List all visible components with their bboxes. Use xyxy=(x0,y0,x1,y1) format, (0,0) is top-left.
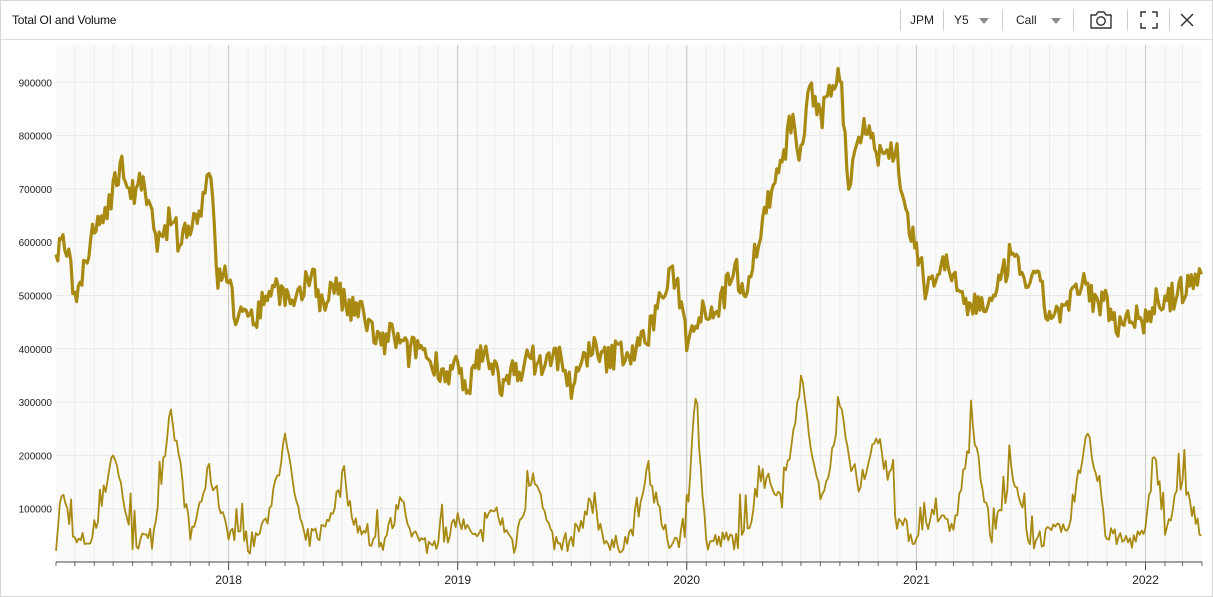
chart-canvas: 100000 200000 300000 400000 500000 600000 7000… xyxy=(19,45,1203,587)
chevron-down-icon xyxy=(1051,18,1061,24)
y-tick-label: 400000 xyxy=(19,345,53,356)
toolbar-separator xyxy=(1002,9,1003,31)
toolbar-separator xyxy=(1073,9,1074,31)
x-tick-label: 2022 xyxy=(1132,573,1159,587)
chart-header: Total OI and Volume JPM Y5 Call xyxy=(1,1,1212,40)
chart-title: Total OI and Volume xyxy=(12,13,117,27)
y-tick-label: 100000 xyxy=(19,505,53,516)
ticker-label[interactable]: JPM xyxy=(910,13,934,27)
y-tick-label: 800000 xyxy=(19,132,53,143)
y-tick-label: 300000 xyxy=(19,398,53,409)
toolbar-separator xyxy=(1169,9,1170,31)
y-tick-label: 700000 xyxy=(19,185,53,196)
fullscreen-icon xyxy=(1140,11,1158,29)
fullscreen-button[interactable] xyxy=(1136,7,1162,33)
close-button[interactable] xyxy=(1175,7,1199,33)
y-tick-label: 500000 xyxy=(19,292,53,303)
y-tick-label: 900000 xyxy=(19,78,53,89)
y-tick-label: 600000 xyxy=(19,238,53,249)
screenshot-button[interactable] xyxy=(1086,7,1116,33)
option-type-value: Call xyxy=(1016,13,1037,27)
x-tick-label: 2021 xyxy=(903,573,930,587)
option-type-select[interactable]: Call xyxy=(1004,7,1070,33)
toolbar-separator xyxy=(900,9,901,31)
period-select[interactable]: Y5 xyxy=(945,7,999,33)
period-value: Y5 xyxy=(954,13,969,27)
chart-window: Total OI and Volume JPM Y5 Call 100000 2… xyxy=(0,0,1213,597)
x-tick-label: 2018 xyxy=(215,573,242,587)
toolbar-separator xyxy=(943,9,944,31)
chevron-down-icon xyxy=(979,18,989,24)
toolbar-separator xyxy=(1127,9,1128,31)
x-tick-label: 2020 xyxy=(673,573,700,587)
camera-icon xyxy=(1090,11,1112,29)
close-icon xyxy=(1180,13,1194,27)
x-tick-label: 2019 xyxy=(444,573,471,587)
y-tick-label: 200000 xyxy=(19,451,53,462)
